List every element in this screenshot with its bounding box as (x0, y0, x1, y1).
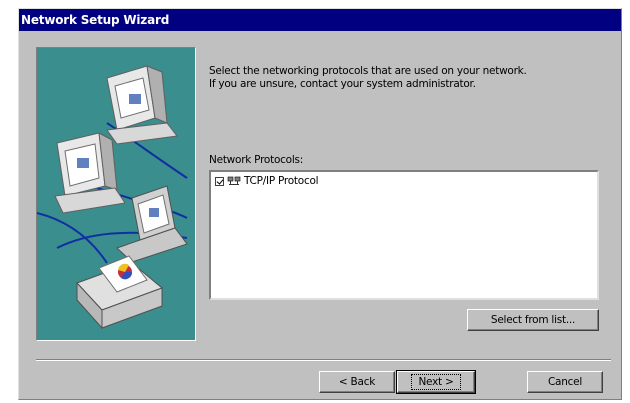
window-title: Network Setup Wizard (19, 9, 621, 31)
network-protocols-list[interactable]: TCP/IP Protocol (209, 170, 599, 300)
cancel-button[interactable]: Cancel (527, 371, 603, 393)
checkbox-checked-icon[interactable] (215, 176, 224, 186)
separator (36, 359, 611, 361)
wizard-window: Network Setup Wizard Select the networki… (18, 8, 622, 400)
wizard-illustration (36, 47, 196, 341)
instructions-text: Select the networking protocols that are… (209, 65, 609, 91)
select-from-list-button[interactable]: Select from list... (467, 309, 599, 331)
next-button[interactable]: Next > (396, 370, 476, 394)
protocol-label: TCP/IP Protocol (244, 175, 319, 187)
next-button-label: Next > (411, 374, 461, 390)
instructions-line-2: If you are unsure, contact your system a… (209, 78, 476, 90)
back-button[interactable]: < Back (319, 371, 395, 393)
instructions-line-1: Select the networking protocols that are… (209, 65, 527, 77)
network-protocol-icon (227, 176, 241, 186)
network-illustration-icon (37, 65, 188, 330)
list-item-tcpip[interactable]: TCP/IP Protocol (215, 175, 319, 187)
network-protocols-label: Network Protocols: (209, 154, 303, 166)
